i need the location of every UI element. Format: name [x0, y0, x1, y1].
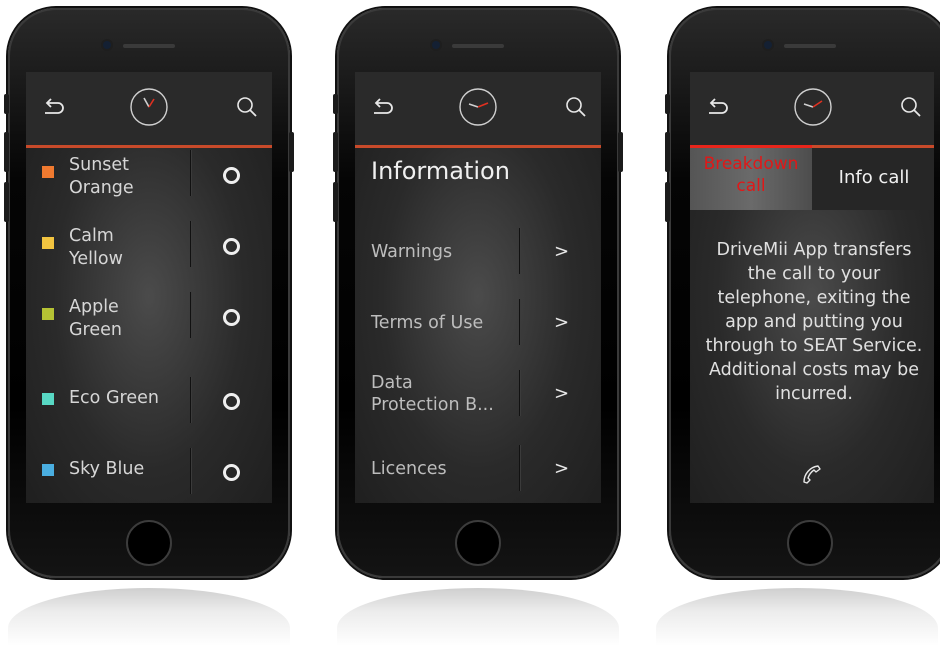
- power-button: [289, 132, 294, 172]
- color-item[interactable]: Sunset Orange: [26, 150, 272, 221]
- colors-screen: Sunset Orange Calm Yellow Apple Green Ec…: [26, 72, 272, 503]
- app-header: [355, 72, 601, 146]
- row-divider: [190, 377, 191, 423]
- phone-reflection: [8, 588, 290, 646]
- row-divider: [519, 299, 520, 345]
- info-item-label: Licences: [371, 459, 447, 479]
- color-label: Sunset Orange: [69, 155, 134, 198]
- front-camera: [103, 41, 111, 49]
- chevron-right-icon: >: [554, 383, 570, 404]
- earpiece-speaker: [452, 44, 504, 48]
- tab-breakdown-label: Breakdown call: [703, 154, 799, 196]
- phone-colors: Sunset Orange Calm Yellow Apple Green Ec…: [4, 8, 294, 578]
- tab-info-call[interactable]: Info call: [812, 167, 934, 188]
- radio-button[interactable]: [223, 167, 240, 184]
- info-item-licences[interactable]: Licences >: [355, 429, 601, 500]
- back-arrow-icon[interactable]: [371, 98, 395, 116]
- app-header: [690, 72, 934, 146]
- color-swatch: [42, 393, 54, 405]
- row-divider: [190, 292, 191, 338]
- mute-switch: [4, 94, 9, 114]
- information-screen: Information Warnings > Terms of Use > Da…: [355, 72, 601, 503]
- color-label: Calm Yellow: [69, 226, 123, 269]
- clock-icon[interactable]: [793, 87, 833, 127]
- info-item-label: Warnings: [371, 242, 453, 262]
- info-item-warnings[interactable]: Warnings >: [355, 216, 601, 287]
- front-camera: [432, 41, 440, 49]
- radio-button[interactable]: [223, 309, 240, 326]
- header-accent-line: [355, 145, 601, 148]
- mute-switch: [665, 94, 670, 114]
- radio-button[interactable]: [223, 464, 240, 481]
- color-label: Apple Green: [69, 297, 122, 340]
- call-info-message: DriveMii App transfers the call to your …: [705, 240, 923, 404]
- radio-button[interactable]: [223, 238, 240, 255]
- info-item-terms[interactable]: Terms of Use >: [355, 287, 601, 358]
- home-button[interactable]: [455, 520, 501, 566]
- mute-switch: [333, 94, 338, 114]
- earpiece-speaker: [123, 44, 175, 48]
- radio-button[interactable]: [223, 393, 240, 410]
- color-swatch: [42, 237, 54, 249]
- color-item[interactable]: Eco Green: [26, 363, 272, 434]
- color-label: Eco Green: [69, 388, 159, 408]
- app-header: [26, 72, 272, 146]
- color-label: Sky Blue: [69, 459, 145, 479]
- row-divider: [190, 150, 191, 196]
- volume-down-button: [333, 182, 338, 222]
- row-divider: [519, 370, 520, 416]
- back-arrow-icon[interactable]: [706, 98, 730, 116]
- search-icon[interactable]: [565, 96, 587, 118]
- volume-up-button: [333, 132, 338, 172]
- earpiece-speaker: [784, 44, 836, 48]
- row-divider: [519, 445, 520, 491]
- color-swatch: [42, 464, 54, 476]
- clock-icon[interactable]: [458, 87, 498, 127]
- color-item[interactable]: Sky Blue: [26, 434, 272, 503]
- row-divider: [519, 228, 520, 274]
- search-icon[interactable]: [236, 96, 258, 118]
- info-item-label: Data Protection B...: [371, 373, 494, 415]
- phone-call: Breakdown call Info call DriveMii App tr…: [665, 8, 940, 578]
- info-item-label: Terms of Use: [371, 313, 484, 333]
- chevron-right-icon: >: [554, 241, 570, 262]
- volume-up-button: [4, 132, 9, 172]
- search-icon[interactable]: [900, 96, 922, 118]
- row-divider: [190, 221, 191, 267]
- call-screen: Breakdown call Info call DriveMii App tr…: [690, 72, 934, 503]
- phone-reflection: [337, 588, 619, 646]
- volume-up-button: [665, 132, 670, 172]
- power-button: [618, 132, 623, 172]
- color-swatch: [42, 308, 54, 320]
- chevron-right-icon: >: [554, 312, 570, 333]
- phone-handset-icon[interactable]: [800, 462, 824, 486]
- row-divider: [190, 448, 191, 494]
- info-item-data-protection[interactable]: Data Protection B... >: [355, 358, 601, 429]
- color-item[interactable]: Apple Green: [26, 292, 272, 363]
- phone-reflection: [656, 588, 938, 646]
- color-swatch: [42, 166, 54, 178]
- page-title: Information: [371, 157, 510, 185]
- back-arrow-icon[interactable]: [42, 98, 66, 116]
- active-tab-indicator: [690, 145, 812, 148]
- tab-breakdown-call[interactable]: Breakdown call: [690, 145, 812, 210]
- header-accent-line: [26, 145, 272, 148]
- volume-down-button: [4, 182, 9, 222]
- home-button[interactable]: [126, 520, 172, 566]
- chevron-right-icon: >: [554, 458, 570, 479]
- call-tabs: Breakdown call Info call: [690, 145, 934, 210]
- front-camera: [764, 41, 772, 49]
- color-item[interactable]: Calm Yellow: [26, 221, 272, 292]
- volume-down-button: [665, 182, 670, 222]
- home-button[interactable]: [787, 520, 833, 566]
- phone-information: Information Warnings > Terms of Use > Da…: [333, 8, 623, 578]
- clock-icon[interactable]: [129, 87, 169, 127]
